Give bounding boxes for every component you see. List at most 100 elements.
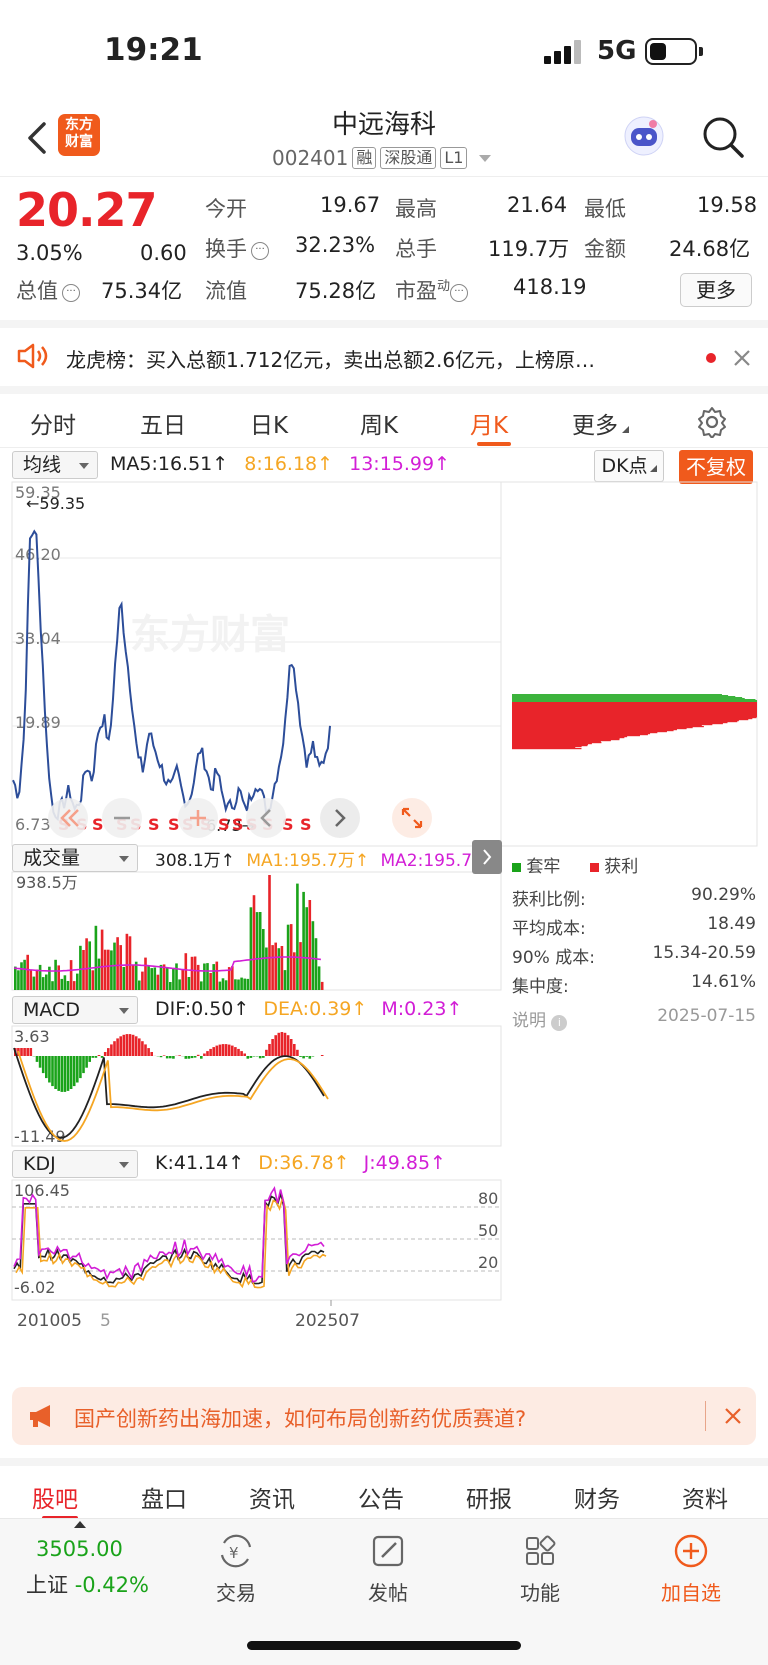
volume-bar xyxy=(175,963,178,990)
volume-bar xyxy=(178,979,181,990)
status-time: 19:21 xyxy=(104,32,203,68)
scroll-prev-button[interactable] xyxy=(246,798,286,838)
volume-y-max: 938.5万 xyxy=(16,873,78,892)
volume-bar xyxy=(23,959,26,990)
current-price: 20.27 xyxy=(16,183,158,237)
kdj-k-value: K:41.14↑ xyxy=(155,1152,245,1174)
search-icon[interactable] xyxy=(700,114,746,160)
chip-stat-row: 获利比例: 90.29% xyxy=(512,885,756,910)
volume-bar xyxy=(20,962,23,990)
volume-bar xyxy=(88,941,91,990)
volume-bar xyxy=(116,937,119,990)
kdj-j-value: J:49.85↑ xyxy=(363,1152,446,1174)
turnover-label: 换手 ··· xyxy=(205,233,269,263)
macd-bar xyxy=(299,1056,302,1057)
collapse-panel-button[interactable] xyxy=(472,840,502,874)
volume-bar xyxy=(203,963,206,990)
tab-monthly-k[interactable]: 月K xyxy=(470,406,508,440)
zoom-in-button[interactable] xyxy=(178,798,218,838)
volume-bar xyxy=(311,921,315,990)
active-tab-indicator xyxy=(477,442,511,446)
zoom-out-button[interactable] xyxy=(102,798,142,838)
assistant-robot-icon[interactable] xyxy=(622,114,666,158)
dragon-tiger-notice[interactable]: 龙虎榜：买入总额1.712亿元，卖出总额2.6亿元，上榜原… xyxy=(0,320,768,380)
more-button[interactable]: 更多 xyxy=(680,273,752,307)
index-value[interactable]: 3505.00 xyxy=(36,1537,123,1561)
volume-indicator-select[interactable]: 成交量 xyxy=(12,844,138,872)
tab-research[interactable]: 研报 xyxy=(466,1480,512,1514)
add-watchlist-button[interactable]: 加自选 xyxy=(641,1533,741,1606)
stock-code-row[interactable]: 002401 融 深股通 L1 xyxy=(272,144,492,172)
macd-bar xyxy=(218,1044,222,1056)
volume-bar xyxy=(54,959,57,990)
macd-bar xyxy=(128,1034,132,1056)
tab-intraday[interactable]: 分时 xyxy=(30,406,76,440)
volume-bar xyxy=(193,956,197,990)
macd-bar xyxy=(110,1044,113,1056)
macd-indicator-select[interactable]: MACD xyxy=(12,996,138,1024)
volume-bar xyxy=(91,970,95,990)
scroll-left-button[interactable] xyxy=(48,798,88,838)
tab-financials[interactable]: 财务 xyxy=(574,1480,620,1514)
close-icon[interactable] xyxy=(733,349,751,367)
tab-forum[interactable]: 股吧 xyxy=(32,1480,78,1514)
macd-bar xyxy=(240,1051,243,1056)
volume-bar xyxy=(234,979,237,990)
macd-bar xyxy=(94,1056,98,1058)
chip-note-row[interactable]: 说明 i 2025-07-15 xyxy=(512,1006,756,1031)
notice-text: 龙虎榜：买入总额1.712亿元，卖出总额2.6亿元，上榜原… xyxy=(66,348,596,372)
macd-bar xyxy=(69,1056,73,1089)
tab-daily-k[interactable]: 日K xyxy=(250,406,288,440)
close-icon[interactable] xyxy=(724,1407,742,1425)
kdj-indicator-select[interactable]: KDJ xyxy=(12,1150,138,1178)
tab-weekly-k[interactable]: 周K xyxy=(360,406,398,440)
fullscreen-button[interactable] xyxy=(392,798,432,838)
macd-bar xyxy=(209,1048,212,1056)
volume-bar xyxy=(125,933,129,990)
macd-bar xyxy=(268,1044,271,1056)
tag-connect: 深股通 xyxy=(380,147,437,169)
macd-bar xyxy=(293,1044,296,1056)
promo-banner[interactable]: 国产创新药出海加速，如何布局创新药优质赛道? xyxy=(12,1387,756,1445)
macd-panel-frame xyxy=(11,1025,502,1147)
volume-bar xyxy=(274,942,277,990)
volume-bar xyxy=(147,965,150,990)
volume-bar xyxy=(60,978,64,990)
volume-bar xyxy=(305,907,308,990)
volume-bar xyxy=(131,965,135,990)
mktcap-label: 总值 ··· xyxy=(16,275,80,305)
settings-gear-icon[interactable] xyxy=(696,406,728,438)
function-button[interactable]: 功能 xyxy=(490,1533,590,1606)
macd-bar xyxy=(20,1048,23,1056)
macd-bar xyxy=(311,1056,315,1057)
tag-margin: 融 xyxy=(352,147,377,169)
low-label: 最低 xyxy=(584,197,626,221)
tab-five-day[interactable]: 五日 xyxy=(140,406,186,440)
volume-value: 308.1万↑ xyxy=(155,851,235,871)
macd-legend: DIF:0.50↑ DEA:0.39↑ M:0.23↑ xyxy=(155,998,462,1020)
chip-bar xyxy=(512,748,582,750)
kdj-y-max: 106.45 xyxy=(14,1181,70,1200)
macd-bar xyxy=(212,1047,215,1056)
post-button[interactable]: 发帖 xyxy=(338,1533,438,1606)
battery-icon xyxy=(645,38,703,65)
volume-bar xyxy=(249,907,253,990)
tab-announcements[interactable]: 公告 xyxy=(358,1480,404,1514)
tab-more[interactable]: 更多 xyxy=(572,406,629,440)
chip-stat-row: 90% 成本: 15.34-20.59 xyxy=(512,943,756,968)
macd-bar xyxy=(29,1048,33,1056)
kdj-d-value: D:36.78↑ xyxy=(258,1152,350,1174)
macd-bar xyxy=(252,1056,256,1057)
trade-button[interactable]: ¥ 交易 xyxy=(186,1533,286,1606)
tab-news[interactable]: 资讯 xyxy=(249,1480,295,1514)
index-row[interactable]: 上证 -0.42% xyxy=(26,1569,149,1599)
volume-bar xyxy=(246,978,250,990)
volume-bar xyxy=(221,978,225,990)
tab-order-book[interactable]: 盘口 xyxy=(141,1480,187,1514)
tab-profile[interactable]: 资料 xyxy=(682,1480,728,1514)
macd-bar xyxy=(35,1056,39,1062)
volume-bar xyxy=(26,954,29,990)
macd-bar xyxy=(54,1056,57,1089)
double-chevron-left-icon xyxy=(60,809,79,827)
scroll-next-button[interactable] xyxy=(320,798,360,838)
